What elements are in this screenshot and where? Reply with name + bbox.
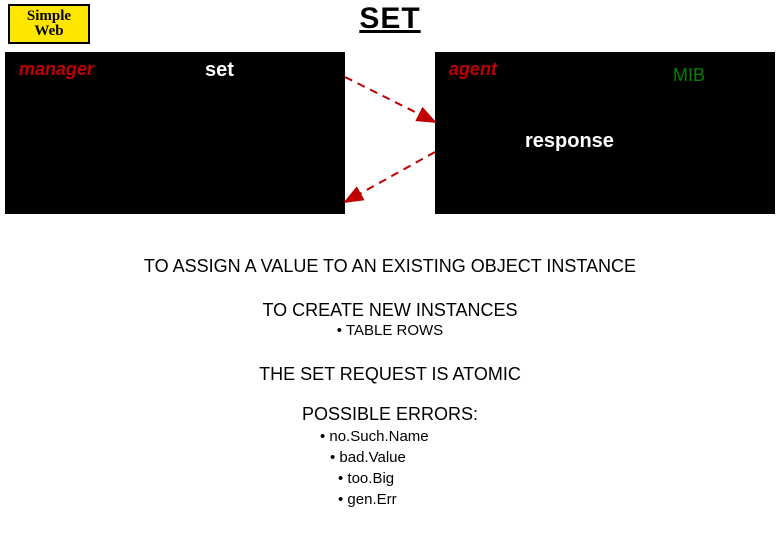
- error-generr: gen.Err: [347, 491, 396, 508]
- error-item: • too.Big: [320, 468, 429, 489]
- manager-label: manager: [19, 59, 94, 80]
- set-arrow: [345, 77, 435, 122]
- slide: Simple Web SET manager set agent MIB res…: [0, 0, 780, 540]
- error-item: • bad.Value: [320, 447, 429, 468]
- error-list: • no.Such.Name • bad.Value • too.Big • g…: [320, 426, 429, 510]
- agent-label: agent: [449, 59, 497, 80]
- text-atomic: THE SET REQUEST IS ATOMIC: [0, 364, 780, 385]
- error-item: • gen.Err: [320, 489, 429, 510]
- error-nosuchname: no.Such.Name: [329, 428, 428, 445]
- text-create: TO CREATE NEW INSTANCES: [0, 300, 780, 321]
- text-errors-heading: POSSIBLE ERRORS:: [0, 404, 780, 425]
- error-toobig: too.Big: [347, 470, 394, 487]
- text-tablerows: • TABLE ROWS: [0, 322, 780, 339]
- manager-box: manager set: [5, 52, 345, 214]
- text-assign: TO ASSIGN A VALUE TO AN EXISTING OBJECT …: [0, 256, 780, 277]
- agent-box: agent MIB response: [435, 52, 775, 214]
- error-badvalue: bad.Value: [339, 449, 405, 466]
- mib-label: MIB: [673, 65, 705, 86]
- response-label: response: [525, 130, 614, 153]
- set-diagram: manager set agent MIB response: [5, 52, 775, 214]
- slide-title: SET: [0, 2, 780, 36]
- error-item: • no.Such.Name: [320, 426, 429, 447]
- set-label: set: [205, 59, 234, 82]
- response-arrow: [345, 152, 435, 202]
